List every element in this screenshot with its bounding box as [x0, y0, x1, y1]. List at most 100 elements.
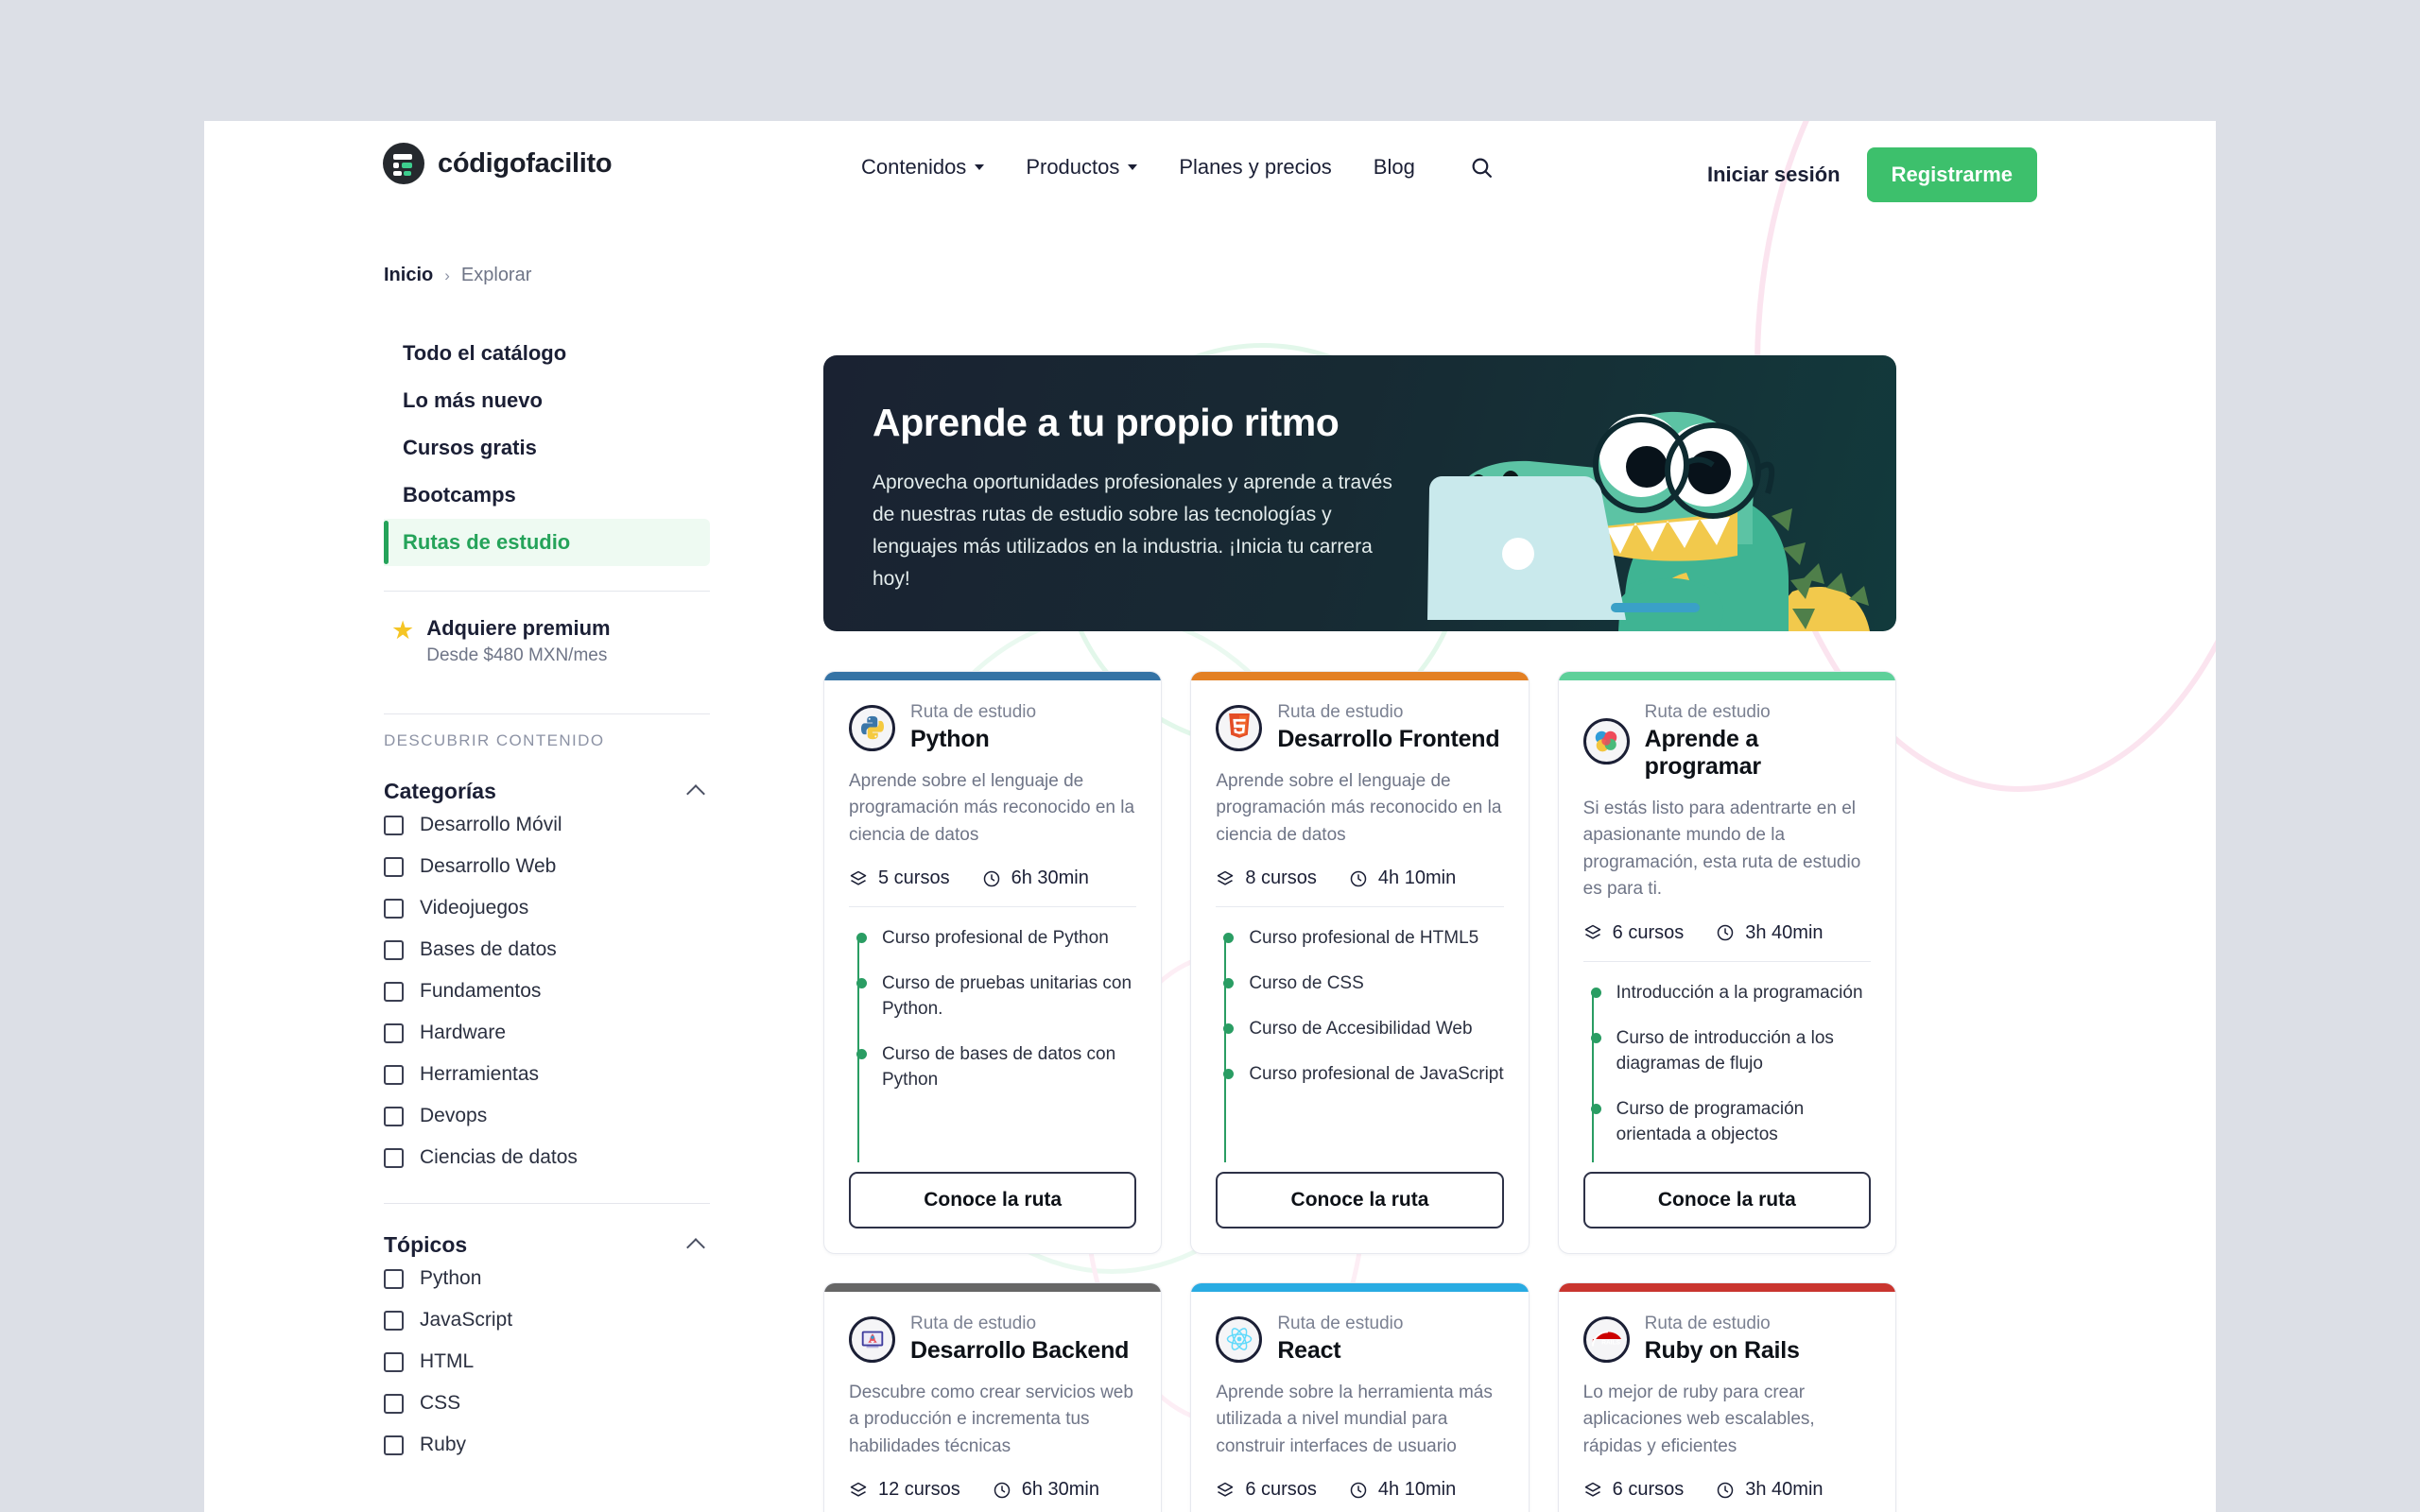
page-root: códigofacilito Contenidos Productos Plan… [204, 121, 2216, 1512]
list-item: Curso de CSS [1219, 971, 1503, 997]
course-name: Curso profesional de JavaScript [1249, 1062, 1503, 1088]
list-item: Curso de Accesibilidad Web [1219, 1017, 1503, 1042]
nav-label: Planes y precios [1179, 155, 1331, 180]
checkbox-icon[interactable] [384, 1435, 404, 1455]
login-link[interactable]: Iniciar sesión [1707, 163, 1841, 187]
card-duration: 4h 10min [1349, 868, 1456, 889]
checkbox-icon[interactable] [384, 816, 404, 835]
nav-item-contenidos[interactable]: Contenidos [861, 155, 984, 180]
card-title: Desarrollo Backend [910, 1337, 1129, 1365]
premium-promo[interactable]: ★ Adquiere premium Desde $480 MXN/mes [384, 592, 710, 689]
register-button[interactable]: Registrarme [1867, 147, 2037, 202]
filter-option-html[interactable]: HTML [384, 1341, 710, 1383]
checkbox-icon[interactable] [384, 1107, 404, 1126]
card-course-list: Curso profesional de Python Curso de pru… [849, 926, 1136, 1167]
card-description: Aprende sobre el lenguaje de programació… [849, 768, 1136, 850]
filter-option-javascript[interactable]: JavaScript [384, 1299, 710, 1341]
nav-item-productos[interactable]: Productos [1026, 155, 1137, 180]
card-accent-bar [1191, 672, 1528, 680]
card-description: Aprende sobre la herramienta más utiliza… [1216, 1380, 1503, 1461]
route-card-ruby-on-rails[interactable]: RAILS Ruta de estudio Ruby on Rails Lo m… [1558, 1282, 1896, 1512]
chevron-down-icon [975, 164, 984, 170]
route-card-desarrollo-frontend[interactable]: Ruta de estudio Desarrollo Frontend Apre… [1190, 671, 1529, 1254]
sidebar-item-lo-mas-nuevo[interactable]: Lo más nuevo [384, 377, 710, 424]
bullet-icon [856, 978, 867, 988]
filter-header-topicos[interactable]: Tópicos [384, 1232, 710, 1258]
rails-logo-icon: RAILS [1583, 1316, 1630, 1363]
card-duration: 3h 40min [1716, 922, 1823, 944]
filter-option-fundamentos[interactable]: Fundamentos [384, 971, 710, 1012]
sidebar-item-cursos-gratis[interactable]: Cursos gratis [384, 424, 710, 472]
card-kicker: Ruta de estudio [910, 703, 1036, 723]
filter-option-herramientas[interactable]: Herramientas [384, 1054, 710, 1095]
sidebar-divider-3 [384, 1203, 710, 1204]
checkbox-icon[interactable] [384, 899, 404, 919]
filter-option-bases-de-datos[interactable]: Bases de datos [384, 929, 710, 971]
stack-layers-icon [849, 869, 868, 888]
card-divider [849, 906, 1136, 907]
conoce-la-ruta-button[interactable]: Conoce la ruta [1583, 1172, 1871, 1228]
conoce-la-ruta-button[interactable]: Conoce la ruta [849, 1172, 1136, 1228]
search-icon[interactable] [1470, 156, 1494, 180]
sidebar-item-bootcamps[interactable]: Bootcamps [384, 472, 710, 519]
breadcrumb-home[interactable]: Inicio [384, 265, 433, 286]
conoce-la-ruta-button[interactable]: Conoce la ruta [1216, 1172, 1503, 1228]
filter-option-devops[interactable]: Devops [384, 1095, 710, 1137]
filter-option-ciencias-de-datos[interactable]: Ciencias de datos [384, 1137, 710, 1178]
route-card-desarrollo-backend[interactable]: Ruta de estudio Desarrollo Backend Descu… [823, 1282, 1162, 1512]
clock-icon [1716, 1481, 1735, 1500]
bullet-icon [856, 1049, 867, 1059]
react-logo-icon [1216, 1316, 1262, 1363]
filter-option-videojuegos[interactable]: Videojuegos [384, 887, 710, 929]
filter-option-label: Ruby [420, 1434, 466, 1456]
filter-group-topicos: Tópicos Python JavaScript HTML CSS R [384, 1232, 710, 1466]
filter-option-css[interactable]: CSS [384, 1383, 710, 1424]
checkbox-icon[interactable] [384, 1352, 404, 1372]
checkbox-icon[interactable] [384, 1311, 404, 1331]
checkbox-icon[interactable] [384, 1065, 404, 1085]
logo-text: códigofacilito [438, 148, 612, 180]
card-title: Python [910, 726, 1036, 753]
star-icon: ★ [391, 618, 414, 666]
course-name: Curso de CSS [1249, 971, 1363, 997]
filter-option-ruby[interactable]: Ruby [384, 1424, 710, 1466]
checkbox-icon[interactable] [384, 1269, 404, 1289]
sidebar: Inicio › Explorar Todo el catálogo Lo má… [384, 265, 710, 1466]
stack-layers-icon [1216, 869, 1235, 888]
card-accent-bar [824, 672, 1161, 680]
route-card-react[interactable]: Ruta de estudio React Aprende sobre la h… [1190, 1282, 1529, 1512]
crocodile-with-laptop-illustration [1426, 355, 1870, 631]
checkbox-icon[interactable] [384, 1394, 404, 1414]
nav-item-planes-y-precios[interactable]: Planes y precios [1179, 155, 1331, 180]
filter-option-python[interactable]: Python [384, 1258, 710, 1299]
card-title: Ruby on Rails [1645, 1337, 1800, 1365]
filter-option-desarrollo-movil[interactable]: Desarrollo Móvil [384, 804, 710, 846]
filter-option-label: Bases de datos [420, 938, 557, 961]
nav-label: Contenidos [861, 155, 966, 180]
filter-option-label: Desarrollo Web [420, 855, 556, 878]
stack-layers-icon [1583, 1481, 1602, 1500]
route-card-python[interactable]: Ruta de estudio Python Aprende sobre el … [823, 671, 1162, 1254]
checkbox-icon[interactable] [384, 857, 404, 877]
list-item: Curso profesional de Python [853, 926, 1136, 952]
checkbox-icon[interactable] [384, 1023, 404, 1043]
filter-header-categorias[interactable]: Categorías [384, 779, 710, 804]
breadcrumb-current[interactable]: Explorar [461, 265, 531, 286]
filter-option-desarrollo-web[interactable]: Desarrollo Web [384, 846, 710, 887]
checkbox-icon[interactable] [384, 940, 404, 960]
sidebar-item-todo-el-catalogo[interactable]: Todo el catálogo [384, 330, 710, 377]
checkbox-icon[interactable] [384, 982, 404, 1002]
filter-option-label: Hardware [420, 1022, 506, 1044]
nav-item-blog[interactable]: Blog [1374, 155, 1415, 180]
logo[interactable]: códigofacilito [383, 143, 612, 184]
list-item: Curso de introducción a los diagramas de… [1587, 1026, 1871, 1077]
card-description: Descubre como crear servicios web a prod… [849, 1380, 1136, 1461]
route-card-aprende-a-programar[interactable]: Ruta de estudio Aprende a programar Si e… [1558, 671, 1896, 1254]
auth-actions: Iniciar sesión Registrarme [1707, 147, 2037, 202]
sidebar-item-rutas-de-estudio[interactable]: Rutas de estudio [384, 519, 710, 566]
filter-option-hardware[interactable]: Hardware [384, 1012, 710, 1054]
clock-icon [1349, 869, 1368, 888]
checkbox-icon[interactable] [384, 1148, 404, 1168]
main-nav: Contenidos Productos Planes y precios Bl… [861, 155, 1494, 180]
bullet-icon [1591, 1104, 1601, 1114]
